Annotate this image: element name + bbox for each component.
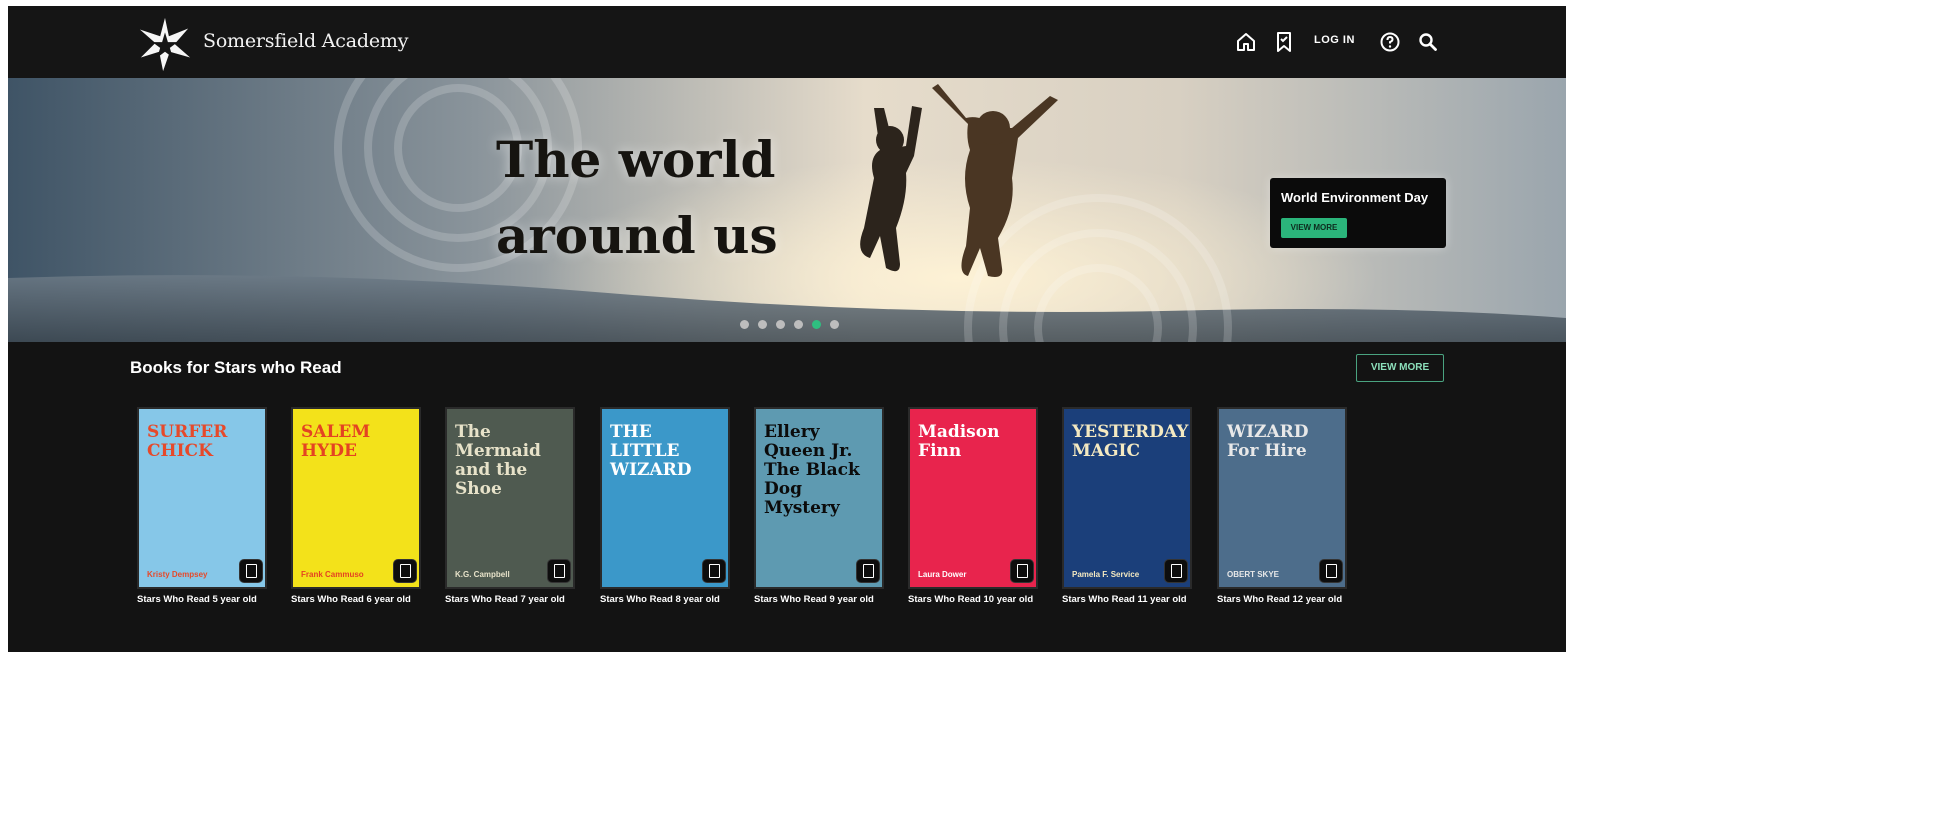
headline-line-1: The world — [496, 130, 776, 189]
cover-author: Kristy Dempsey — [147, 570, 208, 579]
help-icon[interactable] — [1378, 30, 1402, 54]
book-icon — [1164, 559, 1188, 583]
promo-card: World Environment Day VIEW MORE — [1270, 178, 1446, 248]
cover-title: THE LITTLE WIZARD — [610, 422, 692, 480]
cover-title: SURFER CHICK — [147, 422, 228, 461]
cover-title: Ellery Queen Jr. The Black Dog Mystery — [764, 422, 860, 518]
cover-title: YESTERDAY'S MAGIC — [1072, 422, 1190, 461]
promo-title: World Environment Day — [1281, 190, 1429, 205]
cover-title: SALEM HYDE — [301, 422, 371, 461]
book-label[interactable]: Stars Who Read 8 year old — [600, 593, 730, 606]
carousel-dot-3[interactable] — [776, 320, 785, 329]
section-title: Books for Stars who Read — [130, 358, 342, 377]
carousel-dot-1[interactable] — [740, 320, 749, 329]
cover-author: Frank Cammuso — [301, 570, 364, 579]
book-label[interactable]: Stars Who Read 5 year old — [137, 593, 267, 606]
book-icon — [393, 559, 417, 583]
book-label[interactable]: Stars Who Read 9 year old — [754, 593, 884, 606]
book-icon — [1319, 559, 1343, 583]
home-icon[interactable] — [1234, 30, 1258, 54]
book-label[interactable]: Stars Who Read 7 year old — [445, 593, 575, 606]
cover-author: Pamela F. Service — [1072, 570, 1140, 579]
page-frame: Somersfield Academy LOG IN The world aro… — [8, 6, 1566, 652]
book-icon — [1010, 559, 1034, 583]
book-label[interactable]: Stars Who Read 12 year old — [1217, 593, 1347, 606]
carousel-dot-4[interactable] — [794, 320, 803, 329]
login-link[interactable]: LOG IN — [1314, 34, 1355, 46]
books-view-more-button[interactable]: VIEW MORE — [1356, 354, 1444, 382]
carousel-dot-6[interactable] — [830, 320, 839, 329]
brand-name[interactable]: Somersfield Academy — [203, 30, 408, 52]
bookmark-icon[interactable] — [1272, 30, 1296, 54]
carousel-dot-2[interactable] — [758, 320, 767, 329]
cover-author: OBERT SKYE — [1227, 570, 1280, 579]
top-navigation: Somersfield Academy LOG IN — [8, 6, 1566, 78]
search-icon[interactable] — [1416, 30, 1440, 54]
headline-line-2: around us — [496, 206, 778, 265]
book-icon — [239, 559, 263, 583]
book-icon — [547, 559, 571, 583]
cover-title: WIZARD For Hire — [1227, 422, 1309, 461]
book-icon — [856, 559, 880, 583]
carousel-dots — [740, 320, 848, 330]
hero-carousel[interactable]: The world around us World Environment Da… — [8, 78, 1566, 342]
cover-author: K.G. Campbell — [455, 570, 510, 579]
cover-title: The Mermaid and the Shoe — [455, 422, 541, 499]
cover-author: Laura Dower — [918, 570, 967, 579]
book-icon — [702, 559, 726, 583]
promo-view-more-button[interactable]: VIEW MORE — [1281, 218, 1347, 238]
book-label[interactable]: Stars Who Read 10 year old — [908, 593, 1038, 606]
hero-headline: The world around us — [496, 122, 778, 274]
cover-title: Madison Finn — [918, 422, 1000, 461]
carousel-dot-5[interactable] — [812, 320, 821, 329]
star-logo[interactable] — [136, 15, 194, 73]
book-label[interactable]: Stars Who Read 11 year old — [1062, 593, 1192, 606]
book-label[interactable]: Stars Who Read 6 year old — [291, 593, 421, 606]
